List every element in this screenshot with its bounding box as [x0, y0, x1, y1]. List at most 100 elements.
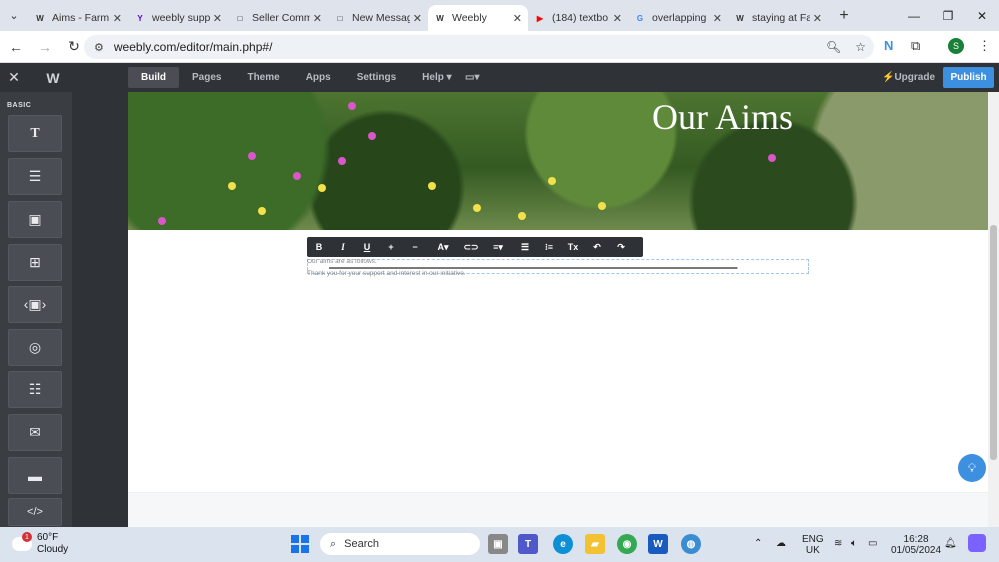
omnibox[interactable]: ⚙ weebly.com/editor/main.php#/ 🔍︎ ☆	[84, 35, 874, 59]
hero-banner-image[interactable]: Our Aims	[128, 92, 988, 230]
editor-tab[interactable]: Apps	[293, 67, 344, 88]
publish-button[interactable]: Publish	[943, 67, 994, 88]
restore-icon[interactable]: ❐	[931, 0, 965, 31]
browser-tab[interactable]: Goverlapping ✕	[628, 5, 728, 31]
title-element-icon[interactable]: T	[8, 115, 62, 152]
close-tab-icon[interactable]: ✕	[613, 12, 622, 25]
language-indicator[interactable]: ENG UK	[802, 534, 824, 556]
bookmark-star-icon[interactable]: ☆	[855, 40, 866, 54]
device-preview-icon[interactable]: ▭▾	[452, 67, 492, 88]
close-tab-icon[interactable]: ✕	[113, 12, 122, 25]
weather-desc: Cloudy	[37, 544, 69, 555]
email-element-icon[interactable]: ✉	[8, 414, 62, 451]
form-element-icon[interactable]: ☷	[8, 371, 62, 408]
clock-date: 01/05/2024	[891, 545, 942, 556]
copilot-icon[interactable]	[968, 534, 986, 552]
weather-widget[interactable]: 1 60°F Cloudy	[12, 532, 68, 556]
decrease-size-icon[interactable]: −	[403, 242, 427, 252]
close-editor-icon[interactable]: ✕	[0, 69, 28, 86]
close-tab-icon[interactable]: ✕	[213, 12, 222, 25]
seller-icon: □	[237, 13, 243, 23]
overlapping-text-block[interactable]: Our aims are as follows: ▬▬▬▬▬▬▬▬▬▬▬▬▬▬▬…	[307, 259, 809, 283]
close-tab-icon[interactable]: ✕	[713, 12, 722, 25]
globe-app-icon[interactable]: ◍	[681, 534, 701, 554]
notification-bell-icon[interactable]: 🔔︎	[944, 538, 957, 549]
close-tab-icon[interactable]: ✕	[813, 12, 822, 25]
close-tab-icon[interactable]: ✕	[413, 12, 422, 25]
weebly-logo-icon[interactable]: W	[28, 70, 78, 86]
tab-title: staying at Fa	[752, 12, 810, 24]
editor-tab[interactable]: Settings	[344, 67, 409, 88]
new-tab-button[interactable]: +	[832, 7, 856, 25]
bullet-list-icon[interactable]: ☰	[513, 242, 537, 253]
youtube-icon: ▶	[536, 13, 544, 23]
editor-tab[interactable]: Pages	[179, 67, 234, 88]
text-color-icon[interactable]: A▾	[427, 242, 459, 253]
italic-icon[interactable]: I	[331, 242, 355, 252]
tab-search-icon[interactable]: ⌄	[0, 0, 28, 31]
taskbar-search[interactable]: ⌕ Search	[320, 533, 480, 555]
browser-tab[interactable]: □ New Messag ✕	[328, 5, 428, 31]
zoom-icon[interactable]: 🔍︎	[826, 40, 841, 54]
link-icon[interactable]: ⊂⊃	[459, 242, 483, 253]
extension-n-icon[interactable]: N	[884, 38, 893, 53]
browser-menu-icon[interactable]: ⋮	[978, 38, 991, 54]
chrome-icon[interactable]: ◉	[617, 534, 637, 554]
wifi-icon[interactable]: ≋	[834, 538, 842, 549]
tray-chevron-icon[interactable]: ⌃	[754, 538, 762, 549]
scrollbar-thumb[interactable]	[990, 225, 997, 460]
yahoo-icon: Y	[137, 13, 143, 23]
page-canvas: Our Aims	[128, 92, 988, 528]
numbered-list-icon[interactable]: ⁝≡	[537, 242, 561, 253]
bold-icon[interactable]: B	[307, 242, 331, 252]
embed-code-element-icon[interactable]: </>	[8, 498, 62, 526]
close-tab-icon[interactable]: ✕	[513, 12, 522, 25]
volume-icon[interactable]: 🔈︎	[851, 538, 857, 549]
browser-tab[interactable]: W Aims - Farm ✕	[28, 5, 128, 31]
teams-icon[interactable]: T	[518, 534, 538, 554]
forward-icon[interactable]: →	[32, 34, 58, 60]
battery-icon[interactable]: ▭	[868, 538, 877, 549]
browser-tab[interactable]: W Weebly ✕	[428, 5, 528, 31]
image-element-icon[interactable]: ▣	[8, 201, 62, 238]
gallery-element-icon[interactable]: ⊞	[8, 244, 62, 281]
redo-icon[interactable]: ↷	[609, 242, 633, 253]
browser-tab[interactable]: Yweebly supp ✕	[128, 5, 228, 31]
upgrade-button[interactable]: ⚡Upgrade	[882, 72, 935, 83]
edge-icon[interactable]: e	[553, 534, 573, 554]
clock[interactable]: 16:28 01/05/2024	[891, 534, 941, 556]
browser-tab[interactable]: Wstaying at Fa ✕	[728, 5, 828, 31]
browser-tab[interactable]: ▶ (184) textbo ✕	[528, 5, 628, 31]
back-icon[interactable]: ←	[3, 34, 29, 60]
slideshow-element-icon[interactable]: ‹▣›	[8, 286, 62, 323]
start-button[interactable]	[291, 535, 309, 553]
help-lightbulb-icon[interactable]: 💡︎	[958, 454, 986, 482]
browser-tab[interactable]: □ Seller Comm ✕	[228, 5, 328, 31]
profile-avatar[interactable]: S	[948, 38, 964, 54]
editor-tab[interactable]: Theme	[234, 67, 292, 88]
google-icon: G	[636, 13, 644, 23]
minimize-icon[interactable]: —	[897, 0, 931, 31]
weebly-icon: W	[36, 13, 44, 23]
close-tab-icon[interactable]: ✕	[313, 12, 322, 25]
extensions-puzzle-icon[interactable]: ⧉	[911, 38, 920, 54]
onedrive-icon[interactable]: ☁	[776, 538, 786, 549]
map-element-icon[interactable]: ◎	[8, 329, 62, 366]
button-element-icon[interactable]: ▬	[8, 457, 62, 494]
increase-size-icon[interactable]: +	[379, 242, 403, 252]
undo-icon[interactable]: ↶	[585, 242, 609, 253]
underline-icon[interactable]: U	[355, 242, 379, 252]
file-explorer-icon[interactable]: ▰	[585, 534, 605, 554]
hero-title[interactable]: Our Aims	[652, 96, 793, 138]
word-icon[interactable]: W	[648, 534, 668, 554]
editor-tab[interactable]: Build	[128, 67, 179, 88]
text-element-icon[interactable]: ☰	[8, 158, 62, 195]
site-settings-icon[interactable]: ⚙	[94, 41, 104, 54]
region-text: UK	[805, 545, 820, 556]
url-text[interactable]: weebly.com/editor/main.php#/	[114, 40, 273, 54]
align-icon[interactable]: ≡▾	[483, 242, 513, 253]
task-view-icon[interactable]: ▣	[488, 534, 508, 554]
close-window-icon[interactable]: ✕	[965, 0, 999, 31]
cloud-icon: 1	[12, 532, 32, 551]
clear-format-icon[interactable]: Tx	[561, 242, 585, 252]
